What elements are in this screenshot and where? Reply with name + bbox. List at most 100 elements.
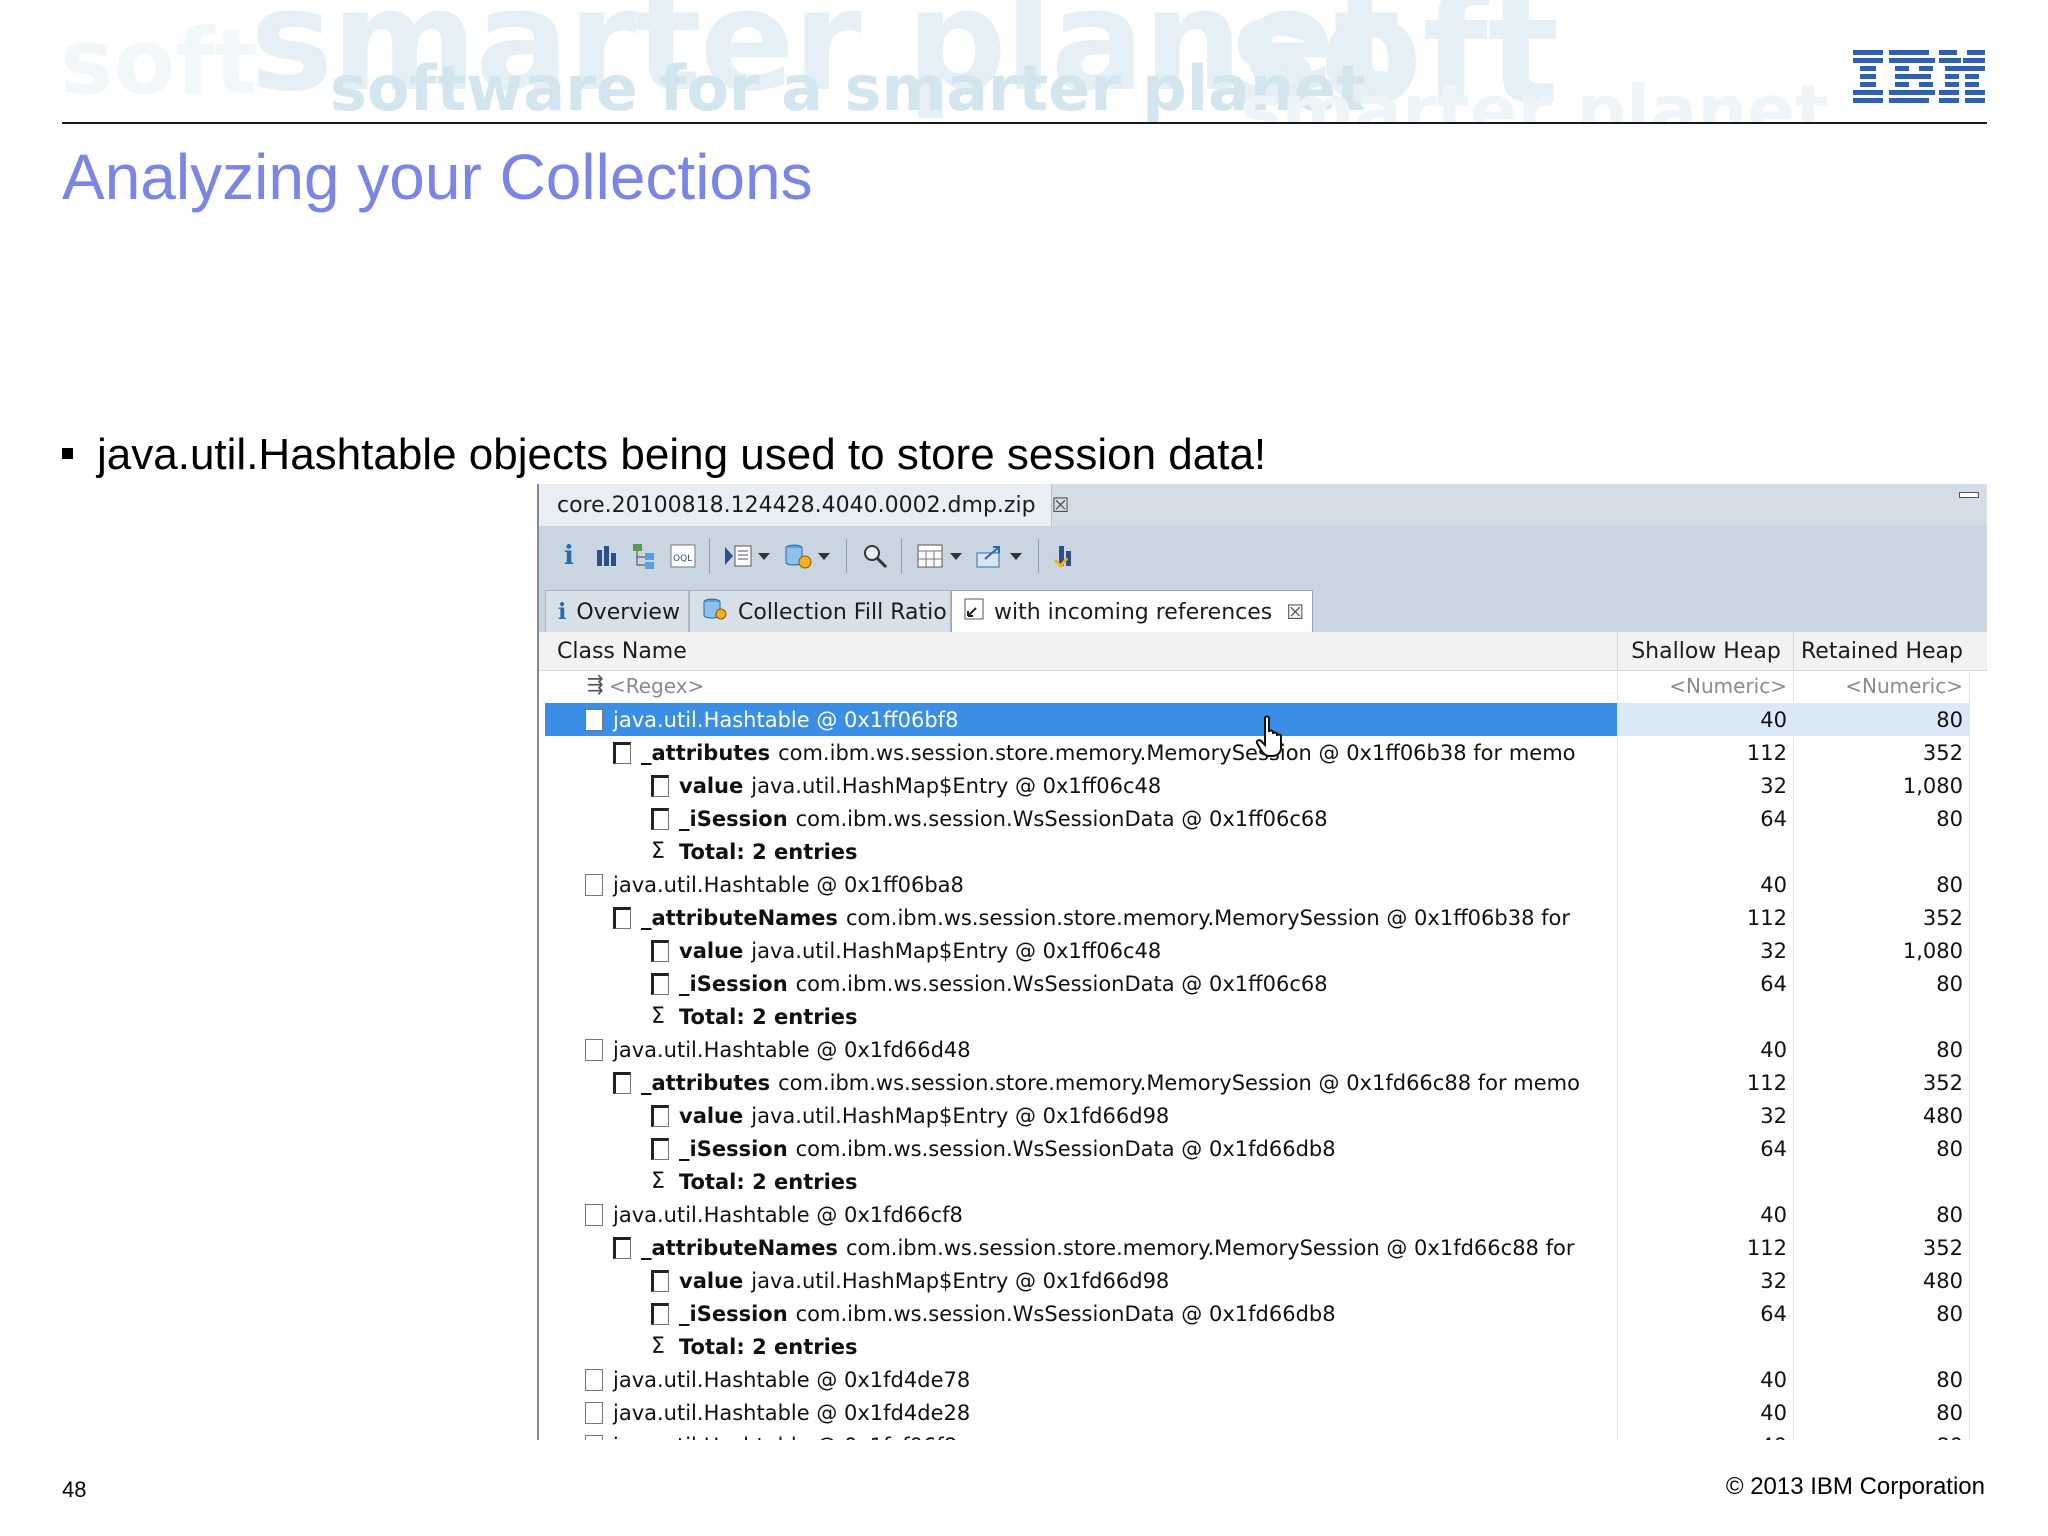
export-icon[interactable]	[972, 538, 1008, 574]
cell-retained-heap: 80	[1936, 806, 1963, 831]
object-label: com.ibm.ws.session.store.memory.MemorySe…	[778, 740, 1576, 765]
tab-with-incoming-references[interactable]: with incoming references ☒	[951, 590, 1313, 634]
cell-retained-heap: 80	[1936, 1400, 1963, 1425]
object-label: com.ibm.ws.session.store.memory.MemorySe…	[845, 905, 1570, 930]
file-tab[interactable]: core.20100818.124428.4040.0002.dmp.zip ☒	[539, 484, 1069, 526]
table-row[interactable]: java.util.Hashtable @ 0x1fd66d48 40 80	[539, 1033, 1987, 1066]
watermark-text: software for a smarter planet	[330, 52, 1366, 122]
table-row[interactable]: Σ Total: 2 entries	[539, 1000, 1987, 1033]
close-icon[interactable]: ☒	[1286, 600, 1304, 624]
table-row[interactable]: value java.util.HashMap$Entry @ 0x1ff06c4…	[539, 934, 1987, 967]
search-icon[interactable]	[857, 538, 893, 574]
cell-class-name: java.util.Hashtable @ 0x1fd66cf8	[545, 1198, 1657, 1231]
reference-icon	[651, 972, 669, 995]
chevron-down-icon[interactable]	[818, 552, 830, 560]
table-row[interactable]: _iSession com.ibm.ws.session.WsSessionDat…	[539, 802, 1987, 835]
chevron-down-icon[interactable]	[950, 552, 962, 560]
heap-analyzer-window: core.20100818.124428.4040.0002.dmp.zip ☒…	[537, 484, 1987, 1440]
sum-icon: Σ	[651, 1334, 665, 1359]
field-name: _attributeNames	[641, 1235, 838, 1260]
table-row[interactable]: java.util.Hashtable @ 0x1fcf06f8 4080	[539, 1429, 1987, 1440]
table-row[interactable]: _iSession com.ibm.ws.session.WsSessionDat…	[539, 1132, 1987, 1165]
cell-retained-heap: 80	[1936, 1136, 1963, 1161]
cell-shallow-heap	[1617, 835, 1793, 868]
heap-dump-icon[interactable]	[1049, 538, 1085, 574]
cell-class-name: _iSession com.ibm.ws.session.WsSessionDat…	[545, 1297, 1723, 1330]
cell-class-name: java.util.Hashtable @ 0x1ff06ba8	[545, 868, 1657, 901]
column-class-name[interactable]: Class Name	[557, 632, 687, 670]
object-label: java.util.Hashtable @ 0x1fd66cf8	[613, 1202, 963, 1227]
dominator-tree-icon[interactable]	[627, 538, 663, 574]
cell-retained-heap	[1793, 835, 1969, 868]
shallow-filter-input[interactable]: <Numeric>	[1617, 674, 1787, 698]
info-icon[interactable]: i	[551, 538, 587, 574]
cell-retained-heap: 80	[1793, 703, 1969, 736]
cell-retained-heap: 480	[1922, 1103, 1963, 1128]
tab-collection-fill-ratio[interactable]: Collection Fill Ratio	[689, 590, 951, 633]
table-row[interactable]: value java.util.HashMap$Entry @ 0x1fd66d9…	[539, 1264, 1987, 1297]
run-report-icon[interactable]	[720, 538, 756, 574]
field-name: _iSession	[679, 971, 788, 996]
cell-shallow-heap: 40	[1617, 1429, 1793, 1441]
table-row[interactable]: java.util.Hashtable @ 0x1fd4de78 40 80	[539, 1363, 1987, 1396]
object-label: java.util.Hashtable @ 0x1fd4de28	[613, 1400, 971, 1425]
close-icon[interactable]: ☒	[1052, 493, 1070, 517]
field-name: _attributes	[641, 740, 771, 765]
table-row[interactable]: Σ Total: 2 entries	[539, 1165, 1987, 1198]
field-name: _iSession	[679, 1301, 788, 1326]
cell-shallow-heap: 32	[1760, 773, 1787, 798]
sum-icon: Σ	[651, 839, 665, 864]
object-icon	[585, 708, 603, 731]
cell-class-name: Σ Total: 2 entries	[545, 1165, 1723, 1198]
chevron-down-icon[interactable]	[758, 552, 770, 560]
retained-filter-input[interactable]: <Numeric>	[1793, 674, 1963, 698]
regex-filter-input[interactable]: <Regex>	[609, 674, 704, 698]
ibm-logo	[1853, 50, 1985, 103]
cell-shallow-heap: 64	[1760, 806, 1787, 831]
file-tab-label: core.20100818.124428.4040.0002.dmp.zip	[557, 492, 1036, 518]
reference-icon	[651, 774, 669, 797]
table-row[interactable]: java.util.Hashtable @ 0x1fd66cf8 40 80	[539, 1198, 1987, 1231]
cell-class-name: _iSession com.ibm.ws.session.WsSessionDat…	[545, 967, 1723, 1000]
object-label: java.util.HashMap$Entry @ 0x1ff06c48	[751, 773, 1162, 798]
table-row[interactable]: java.util.Hashtable @ 0x1fd4de28 40 80	[539, 1396, 1987, 1429]
oql-icon[interactable]: OQL	[665, 538, 701, 574]
table-row[interactable]: java.util.Hashtable @ 0x1ff06ba8 40 80	[539, 868, 1987, 901]
cell-class-name: Σ Total: 2 entries	[545, 1000, 1723, 1033]
cell-retained-heap: 352	[1922, 1070, 1963, 1095]
table-row[interactable]: _attributes com.ibm.ws.session.store.memo…	[539, 1066, 1987, 1099]
cell-shallow-heap: 40	[1760, 1367, 1787, 1392]
column-retained-heap[interactable]: Retained Heap	[1793, 632, 1970, 670]
tab-overview[interactable]: i Overview	[545, 590, 689, 633]
table-row[interactable]: value java.util.HashMap$Entry @ 0x1fd66d9…	[539, 1099, 1987, 1132]
table-row[interactable]: _attributeNames com.ibm.ws.session.store.…	[539, 1231, 1987, 1264]
table-row[interactable]: _attributeNames com.ibm.ws.session.store.…	[539, 901, 1987, 934]
field-name: _iSession	[679, 1136, 788, 1161]
object-label: java.util.Hashtable @ 0x1fd66d48	[613, 1037, 971, 1062]
table-row[interactable]: value java.util.HashMap$Entry @ 0x1ff06c4…	[539, 769, 1987, 802]
histogram-icon[interactable]	[589, 538, 625, 574]
cell-retained-heap: 80	[1793, 1429, 1969, 1441]
reference-icon	[651, 939, 669, 962]
cell-shallow-heap	[1617, 1330, 1793, 1363]
table-row[interactable]: _iSession com.ibm.ws.session.WsSessionDat…	[539, 967, 1987, 1000]
field-name: value	[679, 1103, 744, 1128]
field-name: value	[679, 1268, 744, 1293]
reference-icon	[651, 1269, 669, 1292]
table-header: Class Name Shallow Heap Retained Heap	[539, 632, 1987, 671]
table-row[interactable]: Σ Total: 2 entries	[539, 835, 1987, 868]
column-shallow-heap[interactable]: Shallow Heap	[1617, 632, 1794, 670]
table-row[interactable]: Σ Total: 2 entries	[539, 1330, 1987, 1363]
table-row[interactable]: _iSession com.ibm.ws.session.WsSessionDat…	[539, 1297, 1987, 1330]
reference-icon	[613, 1071, 631, 1094]
calculator-icon[interactable]	[912, 538, 948, 574]
chevron-down-icon[interactable]	[1010, 552, 1022, 560]
cell-shallow-heap: 40	[1760, 1202, 1787, 1227]
cell-shallow-heap: 112	[1746, 905, 1787, 930]
cell-class-name: _attributes com.ibm.ws.session.store.memo…	[545, 1066, 1685, 1099]
query-browser-icon[interactable]	[780, 538, 816, 574]
header-rule	[62, 122, 1987, 124]
reference-icon	[613, 741, 631, 764]
object-label: java.util.Hashtable @ 0x1fd4de78	[613, 1367, 971, 1392]
minimize-button[interactable]	[1959, 492, 1979, 498]
